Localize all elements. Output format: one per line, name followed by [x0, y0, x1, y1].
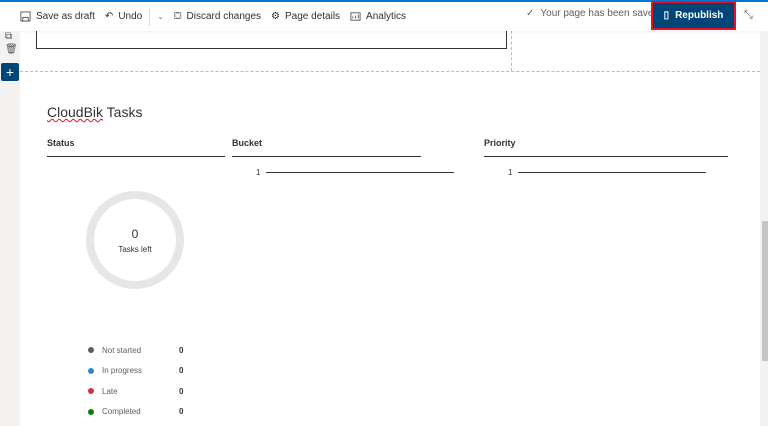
bucket-bar-line — [266, 172, 455, 173]
gear-icon: ⚙ — [271, 11, 280, 22]
save-label: Save as draft — [36, 11, 95, 22]
divider — [149, 7, 151, 26]
save-status-text: Your page has been saved — [540, 8, 660, 19]
undo-icon: ↶ — [104, 11, 114, 22]
discard-changes-button[interactable]: ⛋ Discard changes — [169, 11, 266, 22]
column-divider — [511, 31, 512, 71]
webpart-title: CloudBik Tasks — [47, 104, 142, 120]
legend-value: 0 — [179, 345, 184, 355]
undo-dropdown[interactable]: ⌄ — [152, 12, 169, 21]
status-legend: Not started 0 In progress 0 Late 0 Complete… — [88, 340, 183, 422]
page-details-label: Page details — [285, 11, 341, 22]
status-dot — [88, 388, 94, 395]
legend-item: Completed 0 — [88, 402, 183, 423]
title-brand: CloudBik — [47, 104, 104, 120]
republish-highlight: ▯ Republish — [651, 1, 736, 30]
column-header-bucket: Bucket — [232, 138, 421, 157]
tasks-left-count: 0 — [131, 226, 139, 241]
undo-button[interactable]: ↶ Undo — [100, 11, 147, 22]
scrollbar-thumb[interactable] — [762, 221, 768, 361]
legend-item: Not started 0 — [88, 340, 183, 361]
check-icon: ✓ — [526, 8, 535, 19]
book-icon: ▯ — [663, 10, 670, 21]
discard-icon: ⛋ — [173, 11, 182, 22]
tasks-donut: 0 Tasks left — [86, 191, 184, 289]
status-dot — [88, 347, 94, 354]
priority-bar: 1 — [508, 168, 707, 177]
page-details-button[interactable]: ⚙ Page details — [266, 11, 345, 22]
analytics-button[interactable]: Analytics — [345, 11, 411, 22]
legend-value: 0 — [179, 386, 184, 396]
priority-bar-line — [518, 172, 707, 173]
trash-icon[interactable]: 🗑 — [5, 44, 18, 55]
column-header-priority: Priority — [484, 138, 728, 157]
legend-value: 0 — [179, 407, 184, 417]
add-section-button[interactable]: + — [1, 63, 19, 81]
analytics-icon — [350, 12, 361, 21]
legend-label: Late — [102, 386, 118, 396]
undo-label: Undo — [118, 11, 143, 22]
status-dot — [88, 367, 94, 374]
legend-item: In progress 0 — [88, 361, 183, 382]
save-icon — [20, 11, 31, 22]
webpart-frame — [36, 31, 507, 49]
chevron-down-icon: ⌄ — [157, 12, 164, 21]
column-header-status: Status — [47, 138, 225, 157]
bucket-bar-label: 1 — [256, 168, 261, 177]
legend-item: Late 0 — [88, 381, 183, 402]
collapse-icon[interactable]: ⤡ — [744, 9, 753, 22]
save-status: ✓ Your page has been saved — [526, 8, 659, 19]
legend-label: Completed — [102, 407, 141, 417]
bucket-bar: 1 — [256, 168, 455, 177]
status-dot — [88, 408, 94, 415]
priority-bar-label: 1 — [508, 168, 513, 177]
section-divider — [20, 71, 760, 72]
title-rest: Tasks — [103, 104, 143, 120]
analytics-label: Analytics — [366, 11, 407, 22]
republish-button[interactable]: ▯ Republish — [653, 3, 734, 28]
scrollbar[interactable] — [760, 31, 768, 426]
republish-label: Republish — [675, 10, 724, 21]
duplicate-icon[interactable]: ⧉ — [5, 31, 12, 42]
legend-label: In progress — [102, 366, 143, 376]
legend-label: Not started — [102, 345, 142, 355]
save-as-draft-button[interactable]: Save as draft — [15, 11, 100, 22]
tasks-left-label: Tasks left — [118, 244, 152, 254]
section-toolbar: ⧉ 🗑 — [0, 31, 20, 426]
discard-label: Discard changes — [186, 11, 262, 22]
legend-value: 0 — [179, 366, 184, 376]
